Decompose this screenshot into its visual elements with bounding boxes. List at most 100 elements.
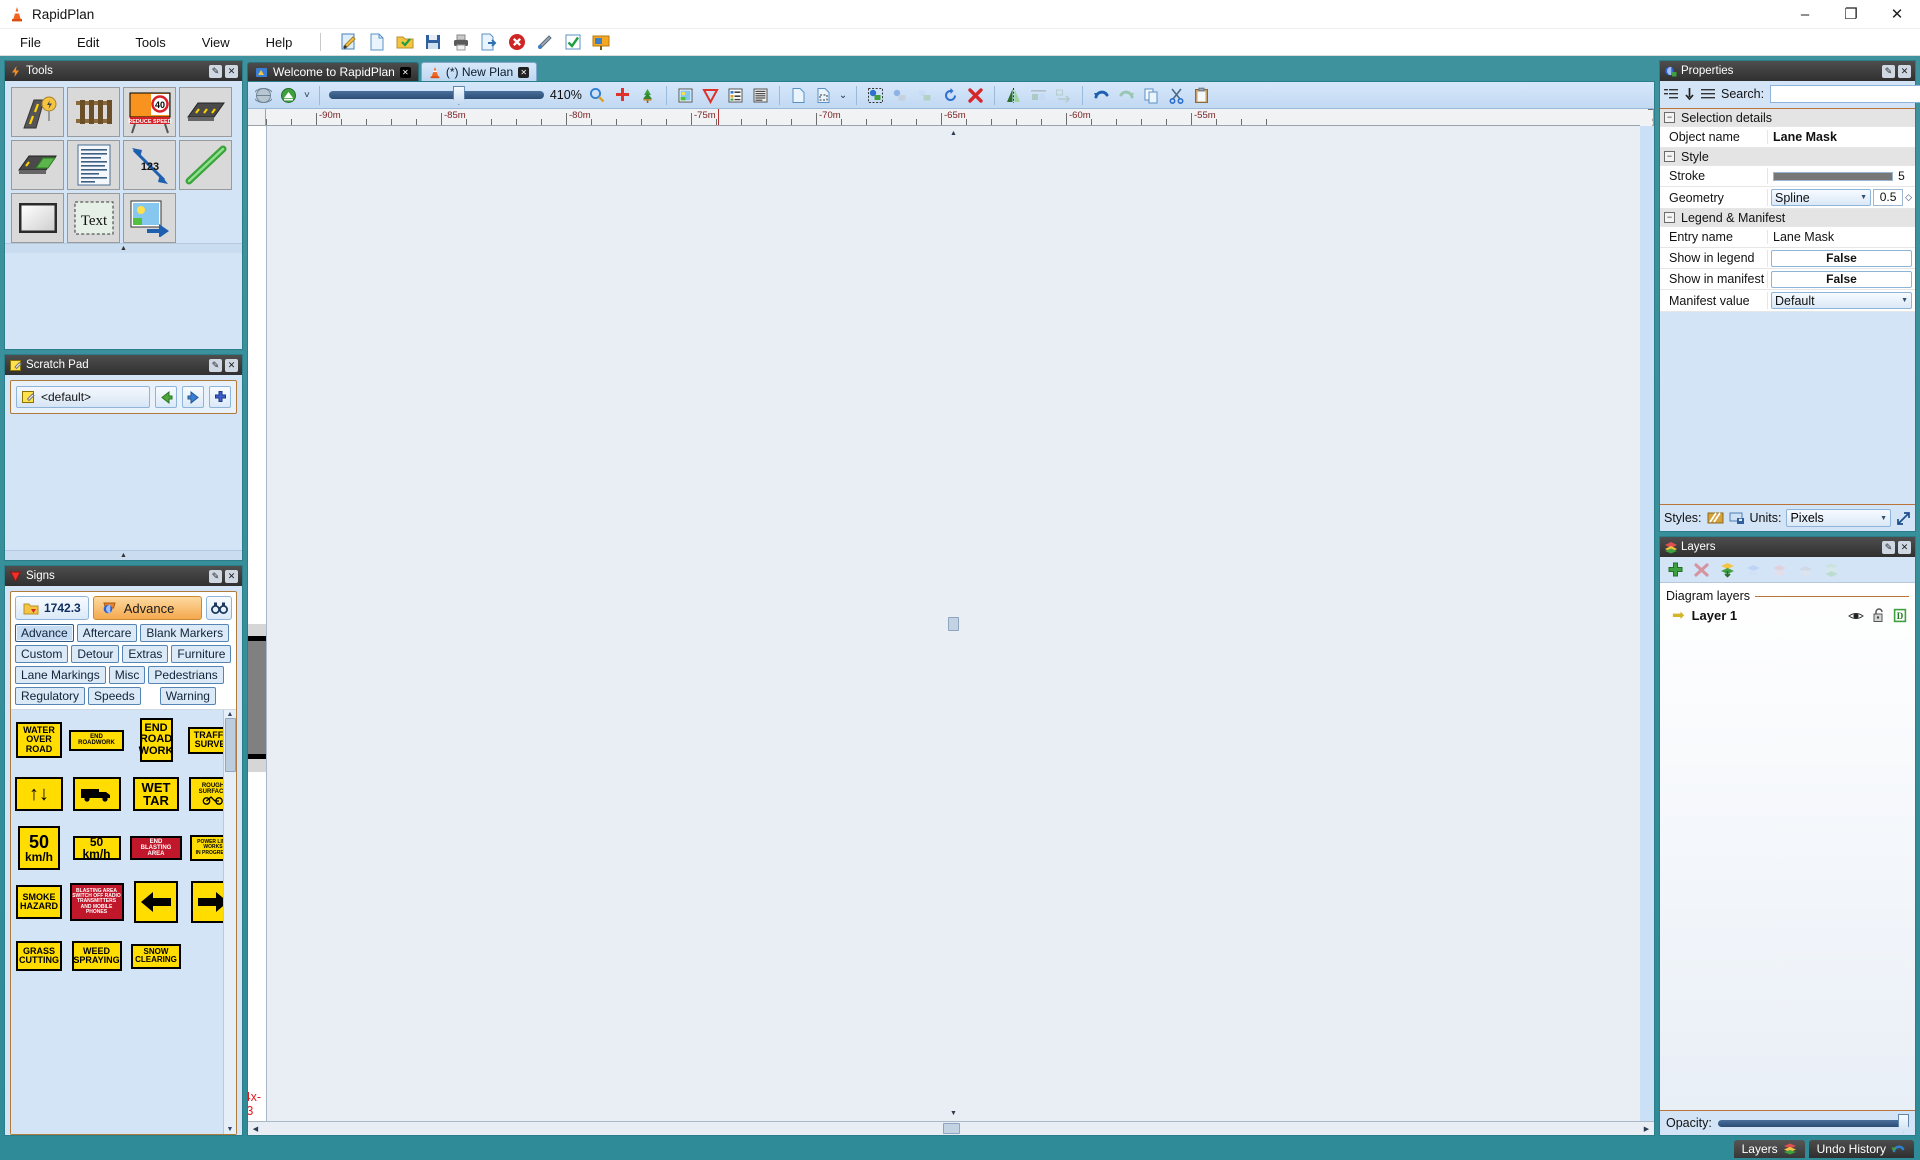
sign-tab-lane-markings[interactable]: Lane Markings: [15, 666, 106, 684]
sign-tab-extras[interactable]: Extras: [122, 645, 169, 663]
collapse-icon[interactable]: −: [1664, 112, 1675, 123]
sign-snow-clearing[interactable]: SNOW CLEARING: [131, 943, 181, 969]
presentation-icon[interactable]: [591, 32, 611, 52]
sign-tab-pedestrians[interactable]: Pedestrians: [148, 666, 224, 684]
menu-file[interactable]: File: [4, 32, 57, 53]
sign-slot[interactable]: END BLASTING AREA: [130, 826, 182, 870]
tool-dimension-tool[interactable]: 123: [123, 140, 176, 190]
save-style-icon[interactable]: [1729, 511, 1745, 525]
globe-icon[interactable]: [254, 86, 273, 105]
sign-tab-custom[interactable]: Custom: [15, 645, 69, 663]
styles-icon[interactable]: [1707, 511, 1724, 525]
tools-scroll-handle[interactable]: ▲: [5, 243, 242, 253]
new-document-icon[interactable]: [367, 32, 387, 52]
delete-layer-icon[interactable]: [1692, 561, 1711, 578]
sign-50-kmh-large[interactable]: 50 km/h: [18, 826, 60, 870]
canvas-vertical-scrollbar[interactable]: ▲ ▼: [266, 126, 1640, 1121]
properties-group-style[interactable]: − Style: [1660, 148, 1915, 166]
sign-tab-warning[interactable]: Warning: [159, 687, 216, 705]
tool-line-tool[interactable]: [179, 140, 232, 190]
scratch-next-button[interactable]: [182, 386, 204, 408]
scroll-up-arrow[interactable]: ▲: [948, 127, 960, 140]
add-layer-icon[interactable]: [1666, 561, 1685, 578]
sign-slot[interactable]: ↑↓: [15, 772, 63, 816]
pin-icon[interactable]: ✎: [209, 64, 222, 78]
sign-slot[interactable]: POWER LINE WORKS IN PROGRESS: [188, 826, 223, 870]
list-all-icon[interactable]: [1701, 87, 1715, 101]
close-icon[interactable]: ✕: [1898, 64, 1911, 78]
sign-slot[interactable]: 50 km/h: [69, 826, 124, 870]
send-backward-icon[interactable]: [891, 86, 910, 105]
scroll-up-arrow[interactable]: ▲: [227, 711, 234, 718]
warning-triangle-icon[interactable]: [701, 86, 720, 105]
collapse-icon[interactable]: −: [1664, 151, 1675, 162]
page-icon[interactable]: [789, 86, 808, 105]
opacity-slider-thumb[interactable]: [1898, 1113, 1909, 1133]
print-icon[interactable]: [451, 32, 471, 52]
sign-blasting-area-radio[interactable]: BLASTING AREA SWITCH OFF RADIO TRANSMITT…: [69, 883, 124, 921]
close-icon[interactable]: ✕: [225, 569, 238, 583]
cut-icon[interactable]: [1167, 86, 1186, 105]
sign-find-button[interactable]: [206, 596, 232, 620]
copy-icon[interactable]: [1142, 86, 1161, 105]
sign-tab-detour[interactable]: Detour: [71, 645, 120, 663]
opacity-slider[interactable]: [1717, 1113, 1909, 1133]
group-by-category-icon[interactable]: [1664, 87, 1678, 101]
document-tab-welcome[interactable]: Welcome to RapidPlan ✕: [247, 62, 419, 81]
layer-all-icon[interactable]: [1822, 561, 1841, 578]
sign-category-button[interactable]: Advance: [92, 596, 202, 620]
close-icon[interactable]: ✕: [225, 358, 238, 372]
close-icon[interactable]: ✕: [1898, 540, 1911, 554]
align-icon[interactable]: [1029, 86, 1048, 105]
manifest-value-combobox[interactable]: Default ▼: [1771, 292, 1912, 309]
open-folder-icon[interactable]: [395, 32, 415, 52]
pin-icon[interactable]: ✎: [209, 358, 222, 372]
check-plan-icon[interactable]: [563, 32, 583, 52]
manifest-icon[interactable]: [751, 86, 770, 105]
sign-slot[interactable]: WET TAR: [130, 772, 182, 816]
scroll-right-arrow[interactable]: ▶: [1640, 1123, 1653, 1135]
tool-rectangle-tool[interactable]: [11, 193, 64, 243]
pin-icon[interactable]: ✎: [1882, 64, 1895, 78]
scroll-thumb[interactable]: [942, 1123, 960, 1134]
zoom-slider[interactable]: [328, 86, 544, 105]
legend-icon[interactable]: [726, 86, 745, 105]
sign-grass-cutting[interactable]: GRASS CUTTING: [16, 941, 62, 971]
chevron-down-icon[interactable]: ▼: [1880, 515, 1887, 522]
status-tab-layers[interactable]: Layers: [1733, 1140, 1805, 1158]
merge-layer-icon[interactable]: [1718, 561, 1737, 578]
sign-two-way-arrows[interactable]: ↑↓: [15, 777, 63, 811]
show-in-manifest-toggle[interactable]: False: [1771, 270, 1912, 288]
canvas-horizontal-scrollbar[interactable]: ◀ ▶: [248, 1121, 1654, 1135]
tool-hatch-area-tool[interactable]: [11, 140, 64, 190]
rotate-icon[interactable]: [941, 86, 960, 105]
tool-text-block-tool[interactable]: [67, 140, 120, 190]
sort-descending-icon[interactable]: [1684, 87, 1695, 101]
properties-search-input[interactable]: [1770, 85, 1920, 103]
layer-props-icon[interactable]: [1796, 561, 1815, 578]
close-icon[interactable]: ✕: [518, 66, 530, 78]
menu-view[interactable]: View: [186, 32, 246, 53]
diagram-icon[interactable]: D: [1893, 608, 1907, 623]
collapse-icon[interactable]: −: [1664, 212, 1675, 223]
plant-icon[interactable]: [638, 86, 657, 105]
redo-icon[interactable]: [1117, 86, 1136, 105]
sign-end-blasting-area[interactable]: END BLASTING AREA: [130, 836, 182, 860]
sign-tab-blank-markers[interactable]: Blank Markers: [140, 624, 230, 642]
spinner-arrows-icon[interactable]: ◇: [1905, 192, 1912, 203]
sign-tab-misc[interactable]: Misc: [108, 666, 146, 684]
scroll-left-arrow[interactable]: ◀: [249, 1123, 262, 1135]
scroll-down-arrow[interactable]: ▼: [227, 1126, 234, 1133]
unlock-icon[interactable]: [1872, 608, 1885, 623]
distribute-icon[interactable]: [1054, 86, 1073, 105]
stroke-value[interactable]: 5: [1893, 169, 1910, 183]
map-dropdown-icon[interactable]: [279, 86, 298, 105]
sign-tab-furniture[interactable]: Furniture: [171, 645, 232, 663]
menu-tools[interactable]: Tools: [119, 32, 181, 53]
scratch-pad-select[interactable]: <default>: [16, 386, 150, 408]
expand-icon[interactable]: [1896, 511, 1911, 526]
tool-road-tool[interactable]: [11, 87, 64, 137]
scratch-prev-button[interactable]: [155, 386, 177, 408]
save-icon[interactable]: [423, 32, 443, 52]
menu-edit[interactable]: Edit: [61, 32, 115, 53]
